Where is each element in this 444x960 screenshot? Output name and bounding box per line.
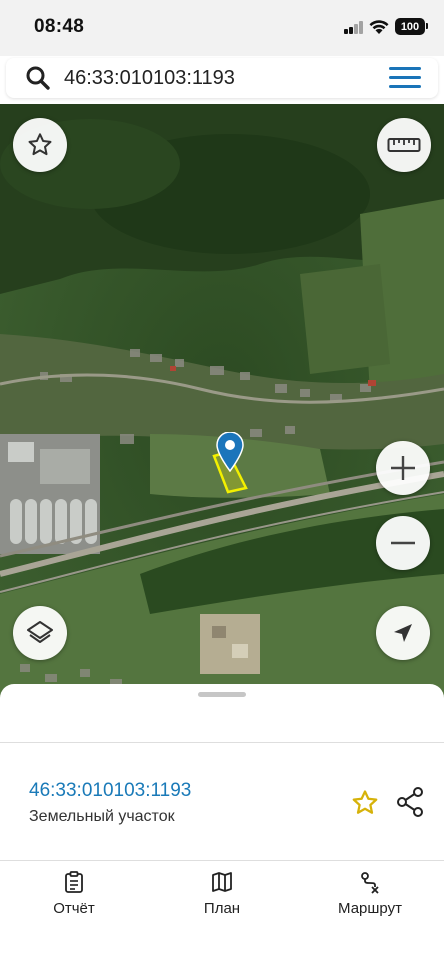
plus-icon xyxy=(391,456,415,480)
hamburger-menu-icon[interactable] xyxy=(389,67,423,89)
ruler-icon xyxy=(387,138,421,152)
tab-report-label: Отчёт xyxy=(53,900,95,917)
sheet-drag-handle[interactable] xyxy=(198,692,246,697)
battery-indicator: 100 xyxy=(395,18,428,35)
tab-report[interactable]: Отчёт xyxy=(14,870,134,917)
search-input[interactable] xyxy=(64,62,364,94)
parcel-type-label: Земельный участок xyxy=(29,808,175,825)
share-icon[interactable] xyxy=(395,786,425,818)
status-bar: 08:48 100 xyxy=(0,0,444,56)
layers-icon xyxy=(27,621,53,643)
report-icon xyxy=(65,871,83,893)
map-plan-icon xyxy=(212,872,232,892)
wifi-icon xyxy=(369,20,389,34)
sheet-divider-top xyxy=(0,742,444,743)
navigation-arrow-icon xyxy=(394,624,412,642)
tab-route[interactable]: Маршрут xyxy=(310,870,430,917)
search-icon[interactable] xyxy=(24,64,52,92)
route-icon xyxy=(361,872,379,894)
satellite-imagery xyxy=(0,104,444,704)
satellite-map[interactable] xyxy=(0,104,444,704)
search-bar xyxy=(6,58,438,98)
location-pin-icon[interactable] xyxy=(216,432,244,472)
bottom-sheet: 46:33:010103:1193 Земельный участок Отчё… xyxy=(0,684,444,960)
minus-icon xyxy=(391,541,415,545)
zoom-in-button[interactable] xyxy=(376,441,430,495)
favorite-star-icon[interactable] xyxy=(350,788,380,818)
parcel-cadastral-number[interactable]: 46:33:010103:1193 xyxy=(29,780,191,802)
layers-button[interactable] xyxy=(13,606,67,660)
tab-route-label: Маршрут xyxy=(338,900,402,917)
tab-plan[interactable]: План xyxy=(162,870,282,917)
star-outline-icon xyxy=(28,133,52,156)
favorite-map-button[interactable] xyxy=(13,118,67,172)
cellular-signal-icon xyxy=(344,21,364,34)
tab-plan-label: План xyxy=(203,900,241,917)
my-location-button[interactable] xyxy=(376,606,430,660)
bottom-tab-bar: Отчёт План Маршрут xyxy=(0,860,444,960)
status-time: 08:48 xyxy=(34,16,85,37)
ruler-button[interactable] xyxy=(377,118,431,172)
zoom-out-button[interactable] xyxy=(376,516,430,570)
